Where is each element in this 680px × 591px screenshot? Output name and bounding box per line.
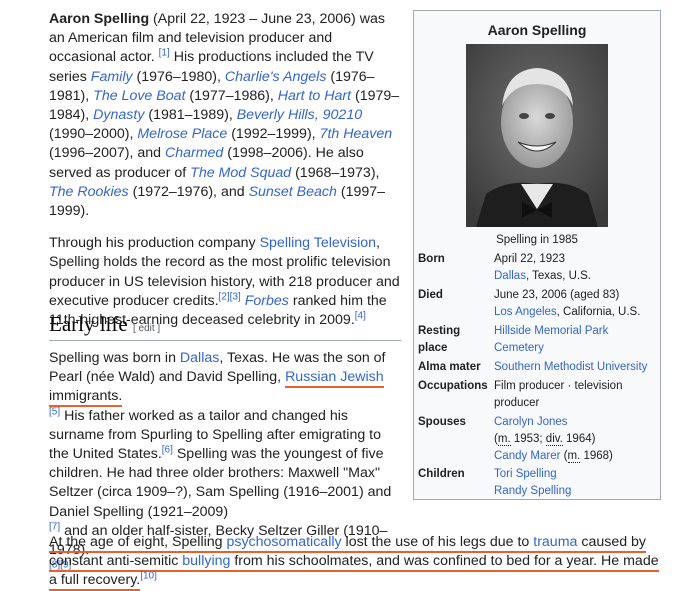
link-melrose-place[interactable]: Melrose Place — [137, 126, 227, 142]
link-charmed[interactable]: Charmed — [165, 145, 223, 161]
link-beverly-hills[interactable]: Beverly Hills, 90210 — [237, 107, 362, 123]
link-russian-jewish[interactable]: Russian Jewish — [285, 369, 384, 385]
link-psychosomatically[interactable]: psychosomatically — [226, 534, 341, 550]
link-hart-to-hart[interactable]: Hart to Hart — [278, 88, 351, 104]
link-charlies-angels[interactable]: Charlie's Angels — [225, 69, 327, 85]
infobox-title: Aaron Spelling — [487, 22, 587, 38]
lead-paragraph-1: Aaron Spelling (April 22, 1923 – June 23… — [49, 11, 400, 220]
link-7th-heaven[interactable]: 7th Heaven — [320, 126, 393, 142]
link-love-boat[interactable]: The Love Boat — [93, 88, 185, 104]
subject-name: Aaron Spelling — [49, 11, 150, 27]
citation-1[interactable]: [1] — [159, 48, 170, 59]
link-trauma[interactable]: trauma — [533, 534, 577, 550]
link-candy-marer[interactable]: Candy Marer — [494, 450, 560, 462]
link-family[interactable]: Family — [91, 69, 133, 85]
article-lead: Aaron Spelling (April 22, 1923 – June 23… — [49, 10, 401, 343]
citation-6[interactable]: [6] — [162, 444, 173, 455]
photo-caption: Spelling in 1985 — [496, 234, 578, 246]
link-dynasty[interactable]: Dynasty — [93, 107, 144, 123]
link-carolyn-jones[interactable]: Carolyn Jones — [494, 416, 568, 428]
link-smu[interactable]: Southern Methodist University — [494, 359, 660, 376]
link-dallas[interactable]: Dallas — [180, 350, 219, 366]
citation-7[interactable]: [7] — [49, 521, 60, 532]
link-hillside-memorial-park[interactable]: Hillside Memorial Park Cemetery — [494, 323, 660, 357]
citation-5[interactable]: [5] — [49, 406, 60, 417]
edit-section-link[interactable]: [ edit ] — [133, 323, 160, 334]
link-forbes[interactable]: Forbes — [245, 293, 289, 309]
link-sunset-beach[interactable]: Sunset Beach — [249, 184, 337, 200]
highlight-underline-sentence: At the age of eight, Spelling psychosoma… — [49, 534, 659, 591]
link-the-rookies[interactable]: The Rookies — [49, 184, 129, 200]
link-spelling-television[interactable]: Spelling Television — [260, 235, 376, 251]
early-life-paragraph-2: At the age of eight, Spelling psychosoma… — [49, 533, 659, 591]
citation-10[interactable]: [10] — [140, 571, 157, 582]
portrait-illustration — [466, 44, 608, 227]
link-randy-spelling[interactable]: Randy Spelling — [494, 485, 571, 497]
link-died-los-angeles[interactable]: Los Angeles — [494, 306, 557, 318]
link-bullying[interactable]: bullying — [182, 553, 230, 569]
portrait-photo[interactable] — [466, 44, 608, 227]
link-mod-squad[interactable]: The Mod Squad — [190, 165, 291, 181]
link-born-dallas[interactable]: Dallas — [494, 270, 526, 282]
section-heading-early-life: Early life [ edit ] — [49, 312, 401, 341]
citation-2-3[interactable]: [2][3] — [219, 291, 241, 302]
link-tori-spelling[interactable]: Tori Spelling — [494, 468, 557, 480]
infobox: Aaron Spelling Spelling in 1985 Born Apr… — [413, 10, 661, 500]
